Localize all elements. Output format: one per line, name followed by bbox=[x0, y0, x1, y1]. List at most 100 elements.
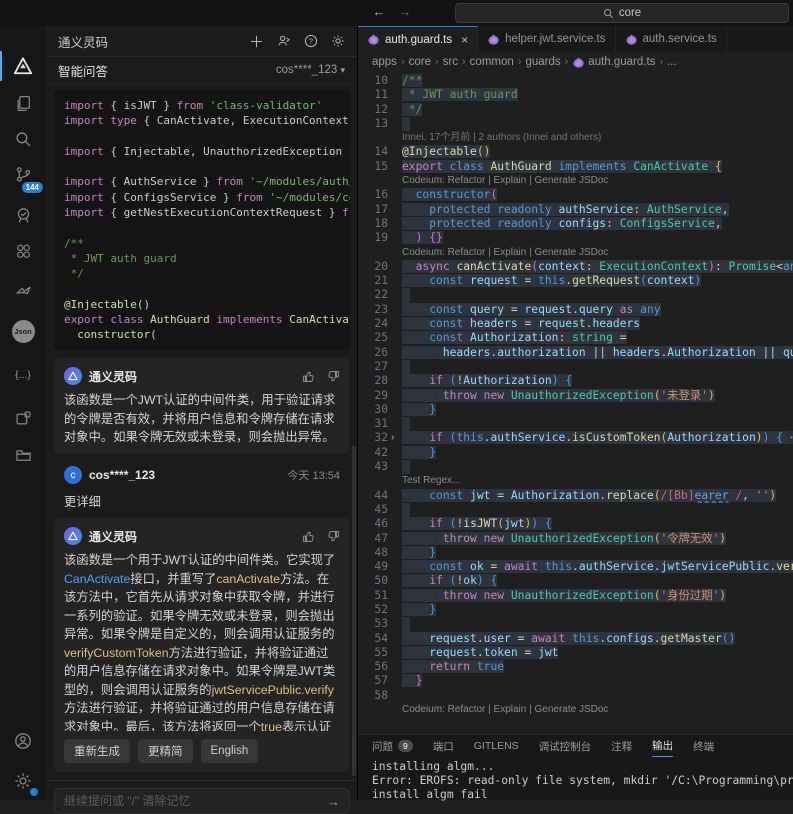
code-line: 48····} bbox=[358, 546, 793, 560]
new-chat-icon[interactable]: ＋ bbox=[249, 31, 264, 52]
breadcrumb-item[interactable]: ... bbox=[667, 56, 677, 68]
panel-tab-输出[interactable]: 输出 bbox=[652, 735, 673, 757]
tab-auth.service.ts[interactable]: auth.service.ts bbox=[616, 26, 727, 52]
sidebar-item-hexgrid[interactable] bbox=[0, 234, 46, 268]
line-number: 57 bbox=[358, 674, 388, 688]
thumbs-up-icon[interactable] bbox=[302, 370, 315, 383]
code-term: canActivate bbox=[216, 572, 280, 586]
account-dropdown[interactable]: cos****_123 ▾ bbox=[276, 64, 345, 76]
layout-icon bbox=[15, 410, 32, 427]
panel-tab-GITLENS[interactable]: GITLENS bbox=[474, 735, 519, 757]
breadcrumb-item[interactable]: apps bbox=[372, 56, 397, 68]
thumbs-down-icon[interactable] bbox=[327, 530, 340, 543]
thumbs-down-icon[interactable] bbox=[327, 370, 340, 383]
forward-arrow-icon[interactable]: → bbox=[396, 4, 414, 19]
code-line: 42····} bbox=[358, 446, 793, 460]
tab-helper.jwt.service.ts[interactable]: helper.jwt.service.ts bbox=[478, 26, 615, 52]
code-line: 27 bbox=[358, 360, 793, 374]
command-search-box[interactable]: core bbox=[455, 3, 789, 23]
sidebar-item-braces[interactable]: {...} bbox=[0, 358, 46, 392]
sidebar-item-explorer[interactable] bbox=[0, 86, 46, 120]
line-number: 46 bbox=[358, 517, 388, 531]
assistant-name: 通义灵码 bbox=[89, 528, 137, 545]
chat-code-line bbox=[64, 129, 340, 144]
panel-tab-问题[interactable]: 问题9 bbox=[372, 735, 413, 757]
code-term: verifyCustomToken bbox=[64, 646, 169, 660]
sidebar-item-json[interactable]: Json bbox=[0, 314, 46, 348]
assistant-avatar bbox=[64, 527, 82, 545]
line-number: 58 bbox=[358, 689, 388, 703]
chat-action-button[interactable]: 重新生成 bbox=[64, 739, 130, 763]
sidebar-item-source-control[interactable]: 144 bbox=[0, 157, 46, 191]
output-line: Error: EROFS: read-only file system, mkd… bbox=[372, 774, 793, 788]
chat-code-line: import { isJWT } from 'class-validator' bbox=[64, 98, 340, 113]
panel-tab-终端[interactable]: 终端 bbox=[693, 735, 714, 757]
gear-icon bbox=[14, 772, 32, 790]
code-line: 49····const ok = await this.authService.… bbox=[358, 560, 793, 574]
code-link[interactable]: CanActivate bbox=[64, 572, 130, 586]
close-icon[interactable]: × bbox=[461, 33, 468, 47]
chat-code-line: import { Injectable, UnauthorizedExcepti… bbox=[64, 144, 340, 159]
panel-tab-注释[interactable]: 注释 bbox=[611, 735, 632, 757]
codelens[interactable]: Test Regex... bbox=[358, 474, 793, 488]
output-console[interactable]: installing algm...Error: EROFS: read-onl… bbox=[358, 757, 793, 802]
breadcrumb-separator: › bbox=[659, 56, 663, 68]
assistant-message-1-text: 该函数是一个JWT认证的中间件类，用于验证请求的令牌是否有效，并将用户信息和令牌… bbox=[64, 391, 340, 445]
assistant-message-2-text: 该函数是一个用于JWT认证的中间件类。它实现了CanActivate接口，并重写… bbox=[64, 551, 340, 731]
chat-scrollbar[interactable] bbox=[352, 446, 356, 776]
sidebar-item-approval[interactable] bbox=[0, 198, 46, 232]
chat-input[interactable] bbox=[64, 794, 327, 808]
code-line: 45 bbox=[358, 503, 793, 517]
sidebar-item-folder[interactable] bbox=[0, 438, 46, 472]
sidebar-item-layout[interactable] bbox=[0, 401, 46, 435]
sidebar-item-swarm[interactable] bbox=[0, 274, 46, 308]
search-box-text: core bbox=[619, 7, 641, 19]
account-icon bbox=[14, 732, 32, 750]
tab-label: auth.guard.ts bbox=[385, 34, 452, 46]
code-editor[interactable]: 10/**11 * JWT auth guard12 */13 Innei, 1… bbox=[358, 74, 793, 734]
panel-tab-端口[interactable]: 端口 bbox=[433, 735, 454, 757]
code-line: 44····const jwt = Authorization.replace(… bbox=[358, 489, 793, 503]
breadcrumb-item[interactable]: src bbox=[443, 56, 458, 68]
panel-tab-bar: 问题9 端口 GITLENS 调试控制台注释输出终端 bbox=[358, 735, 793, 757]
code-line: 53 bbox=[358, 617, 793, 631]
scm-changes-badge: 144 bbox=[22, 182, 43, 193]
thumbs-up-icon[interactable] bbox=[302, 530, 315, 543]
nestjs-file-icon bbox=[572, 56, 585, 69]
approval-check-icon bbox=[15, 207, 32, 224]
chat-action-button[interactable]: English bbox=[201, 739, 259, 763]
breadcrumb-item[interactable]: guards bbox=[525, 56, 560, 68]
assistant-message-2: 通义灵码 该函数是一个用于JWT认证的中间件类。它实现了CanActivate接… bbox=[54, 518, 350, 772]
fold-chevron-icon[interactable]: › bbox=[391, 431, 394, 445]
chat-code-line bbox=[64, 159, 340, 174]
code-line: 22 bbox=[358, 288, 793, 302]
json-badge-icon: Json bbox=[12, 320, 35, 343]
breadcrumb-item[interactable]: auth.guard.ts bbox=[572, 56, 655, 69]
bottom-panel: 问题9 端口 GITLENS 调试控制台注释输出终端 installing algm.… bbox=[358, 734, 793, 800]
send-icon[interactable]: → bbox=[327, 794, 340, 809]
invite-user-icon[interactable] bbox=[277, 34, 291, 48]
sidebar-item-tongyi-lingma[interactable] bbox=[0, 49, 46, 83]
tab-auth.guard.ts[interactable]: auth.guard.ts × bbox=[358, 26, 478, 52]
codelens[interactable]: Codeium: Refactor | Explain | Generate J… bbox=[358, 703, 793, 717]
settings-button[interactable] bbox=[0, 764, 46, 798]
back-arrow-icon[interactable]: ← bbox=[370, 4, 388, 19]
nestjs-file-icon bbox=[487, 33, 500, 46]
chat-settings-gear-icon[interactable] bbox=[331, 34, 345, 48]
line-number: 15 bbox=[358, 160, 388, 174]
panel-tab-调试控制台[interactable]: 调试控制台 bbox=[539, 735, 592, 757]
code-line: 52····} bbox=[358, 603, 793, 617]
output-line: installing algm... bbox=[372, 760, 793, 774]
breadcrumb-separator: › bbox=[462, 56, 466, 68]
codelens[interactable]: Codeium: Refactor | Explain | Generate J… bbox=[358, 246, 793, 260]
sidebar-item-search[interactable] bbox=[0, 122, 46, 156]
code-line: 46····if (!isJWT(jwt)) { bbox=[358, 517, 793, 531]
breadcrumb-item[interactable]: common bbox=[470, 56, 514, 68]
account-button[interactable] bbox=[0, 724, 46, 758]
chat-action-button[interactable]: 更精简 bbox=[138, 739, 193, 763]
help-icon[interactable]: ? bbox=[304, 34, 318, 48]
code-line: 32›····if (this.authService.isCustomToke… bbox=[358, 431, 793, 445]
codelens[interactable]: Codeium: Refactor | Explain | Generate J… bbox=[358, 174, 793, 188]
breadcrumb-item[interactable]: core bbox=[409, 56, 431, 68]
code-line: 15export class AuthGuard implements CanA… bbox=[358, 160, 793, 174]
